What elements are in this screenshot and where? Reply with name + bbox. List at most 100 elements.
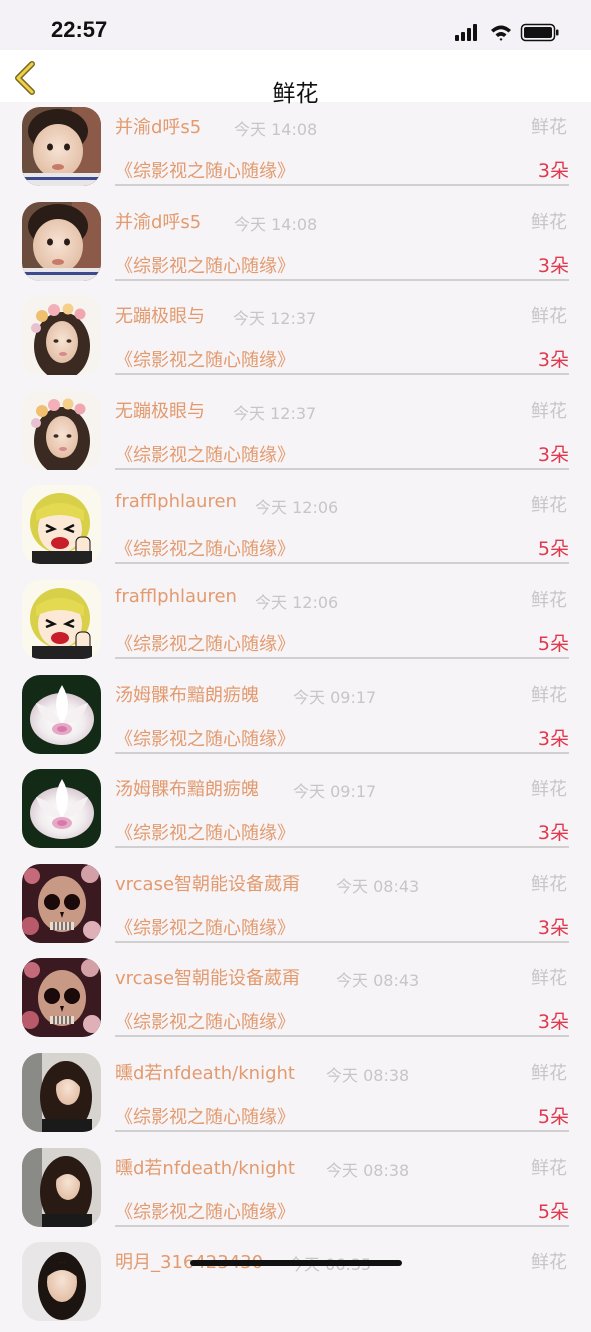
sender-name[interactable]: 汤姆髁布黯朗疬魄 (115, 775, 259, 801)
list-item[interactable]: 无蹦极眼与 今天 12:37 鲜花《综影视之随心随缘》 3朵 (0, 291, 591, 386)
timestamp: 今天 09:17 (293, 782, 377, 802)
work-title-link[interactable]: 《综影视之随心随缘》 (115, 157, 295, 183)
flower-count: 3朵 (537, 822, 569, 845)
divider (115, 562, 569, 565)
flower-count: 3朵 (537, 916, 569, 939)
flower-count: 5朵 (537, 1106, 569, 1128)
avatar[interactable] (22, 863, 101, 943)
home-indicator (190, 1260, 402, 1266)
flower-count: 3朵 (537, 1011, 569, 1034)
battery-icon (520, 23, 559, 42)
sender-name[interactable]: 无蹦极眼与 (115, 302, 205, 328)
divider (115, 278, 569, 281)
sender-name[interactable]: 并渝d呼s5 (115, 208, 201, 234)
list-item[interactable]: vrcase智朝能设备葳甭 今天 08:43 鲜花 《综影视之随心随缘》 3朵 (0, 953, 591, 1048)
divider (115, 1224, 569, 1227)
avatar[interactable] (22, 296, 101, 376)
wifi-icon (491, 25, 511, 41)
sender-name[interactable]: 无蹦极眼与 (115, 397, 205, 423)
avatar[interactable] (22, 390, 101, 470)
divider (115, 1035, 569, 1038)
flower-count: 5朵 (537, 633, 569, 655)
avatar[interactable] (22, 1242, 101, 1322)
gift-type-label: 鲜花 (531, 495, 567, 517)
sender-name[interactable]: 并渝d呼s5 (115, 113, 201, 139)
sender-name[interactable]: 曛d若nfdeath/knight (115, 1059, 295, 1085)
divider (115, 373, 569, 376)
list-item[interactable]: 汤姆髁布黯朗疬魄 今天 09:17 鲜花《综影视之随心随缘》 3朵 (0, 764, 591, 859)
cellular-signal-icon (455, 24, 477, 41)
sender-name[interactable]: vrcase智朝能设备葳甭 (115, 870, 300, 896)
divider (115, 751, 569, 754)
sender-name[interactable]: 汤姆髁布黯朗疬魄 (115, 681, 259, 707)
flower-count: 3朵 (537, 349, 569, 372)
avatar[interactable] (22, 580, 101, 659)
flower-count: 3朵 (537, 727, 569, 750)
flower-count: 3朵 (537, 160, 569, 182)
divider (115, 1130, 569, 1132)
list-item[interactable]: 曛d若nfdeath/knight 今天 08:38 鲜花《综影视之随心随缘》 5朵 (0, 1143, 591, 1238)
gift-type-label: 鲜花 (531, 684, 567, 706)
avatar[interactable] (22, 958, 101, 1038)
gift-type-label: 鲜花 (531, 1252, 567, 1274)
work-title-link[interactable]: 《综影视之随心随缘》 (115, 725, 295, 751)
avatar[interactable] (22, 201, 101, 281)
avatar[interactable] (22, 1147, 101, 1227)
work-title-link[interactable]: 《综影视之随心随缘》 (115, 1198, 295, 1224)
avatar[interactable] (22, 485, 101, 565)
sender-name[interactable]: frafflphlauren (115, 586, 237, 607)
avatar[interactable] (22, 674, 101, 754)
timestamp: 今天 09:17 (293, 687, 377, 707)
list-item[interactable]: frafflphlauren 今天 12:06 鲜花《综影视之随心随缘》 5朵 (0, 480, 591, 575)
flower-count: 3朵 (537, 443, 569, 466)
work-title-link[interactable]: 《综影视之随心随缘》 (115, 819, 295, 845)
sender-name[interactable]: vrcase智朝能设备葳甭 (115, 964, 300, 990)
list-item[interactable]: 汤姆髁布黯朗疬魄 今天 09:17 鲜花《综影视之随心随缘》 3朵 (0, 670, 591, 765)
divider (115, 184, 569, 186)
sender-name[interactable]: frafflphlauren (115, 491, 237, 512)
work-title-link[interactable]: 《综影视之随心随缘》 (115, 346, 295, 372)
timestamp: 今天 12:37 (233, 403, 317, 423)
status-bar: 22:57 (0, 0, 591, 50)
gift-type-label: 鲜花 (531, 1157, 567, 1179)
divider (115, 940, 569, 943)
divider (115, 467, 569, 470)
list-item[interactable]: 无蹦极眼与 今天 12:37 鲜花《综影视之随心随缘》 3朵 (0, 386, 591, 481)
list-item[interactable]: vrcase智朝能设备葳甭 今天 08:43 鲜花 《综影视之随心随缘》 3朵 (0, 859, 591, 954)
gift-type-label: 鲜花 (531, 306, 567, 328)
gift-type-label: 鲜花 (531, 873, 567, 895)
list-item[interactable]: 曛d若nfdeath/knight 今天 08:38 鲜花《综影视之随心随缘》 5朵 (0, 1048, 591, 1143)
divider (115, 846, 569, 849)
work-title-link[interactable]: 《综影视之随心随缘》 (115, 914, 295, 940)
sender-name[interactable]: 曛d若nfdeath/knight (115, 1154, 295, 1180)
status-time: 22:57 (51, 17, 108, 42)
timestamp: 今天 14:08 (234, 214, 318, 234)
list-item[interactable]: frafflphlauren 今天 12:06 鲜花 《综影视之随心随缘》 5朵 (0, 575, 591, 670)
gift-type-label: 鲜花 (531, 779, 567, 801)
timestamp: 今天 12:06 (255, 498, 339, 518)
divider (115, 657, 569, 659)
list-item[interactable]: 并渝d呼s5 今天 14:08 鲜花 《综影视之随心随缘》 3朵 (0, 102, 591, 197)
avatar[interactable] (22, 1053, 101, 1132)
work-title-link[interactable]: 《综影视之随心随缘》 (115, 441, 295, 467)
work-title-link[interactable]: 《综影视之随心随缘》 (115, 630, 295, 656)
avatar[interactable] (22, 107, 101, 186)
list-item[interactable]: 明月_316423430今天 06:35鲜花 (0, 1237, 591, 1332)
work-title-link[interactable]: 《综影视之随心随缘》 (115, 1103, 295, 1129)
gift-type-label: 鲜花 (531, 400, 567, 422)
work-title-link[interactable]: 《综影视之随心随缘》 (115, 252, 295, 278)
flower-count: 5朵 (537, 1200, 569, 1223)
work-title-link[interactable]: 《综影视之随心随缘》 (115, 1008, 295, 1034)
gift-type-label: 鲜花 (531, 211, 567, 233)
timestamp: 今天 12:06 (255, 593, 339, 612)
timestamp: 今天 08:38 (326, 1066, 410, 1085)
flower-count: 5朵 (537, 538, 569, 561)
timestamp: 今天 12:37 (233, 309, 317, 329)
list-item[interactable]: 并渝d呼s5 今天 14:08 鲜花 《综影视之随心随缘》 3朵 (0, 197, 591, 292)
timestamp: 今天 08:38 (326, 1160, 410, 1180)
timestamp: 今天 08:43 (336, 971, 420, 991)
work-title-link[interactable]: 《综影视之随心随缘》 (115, 535, 295, 561)
gift-type-label: 鲜花 (531, 117, 567, 138)
gift-type-label: 鲜花 (531, 1063, 567, 1084)
avatar[interactable] (22, 769, 101, 849)
